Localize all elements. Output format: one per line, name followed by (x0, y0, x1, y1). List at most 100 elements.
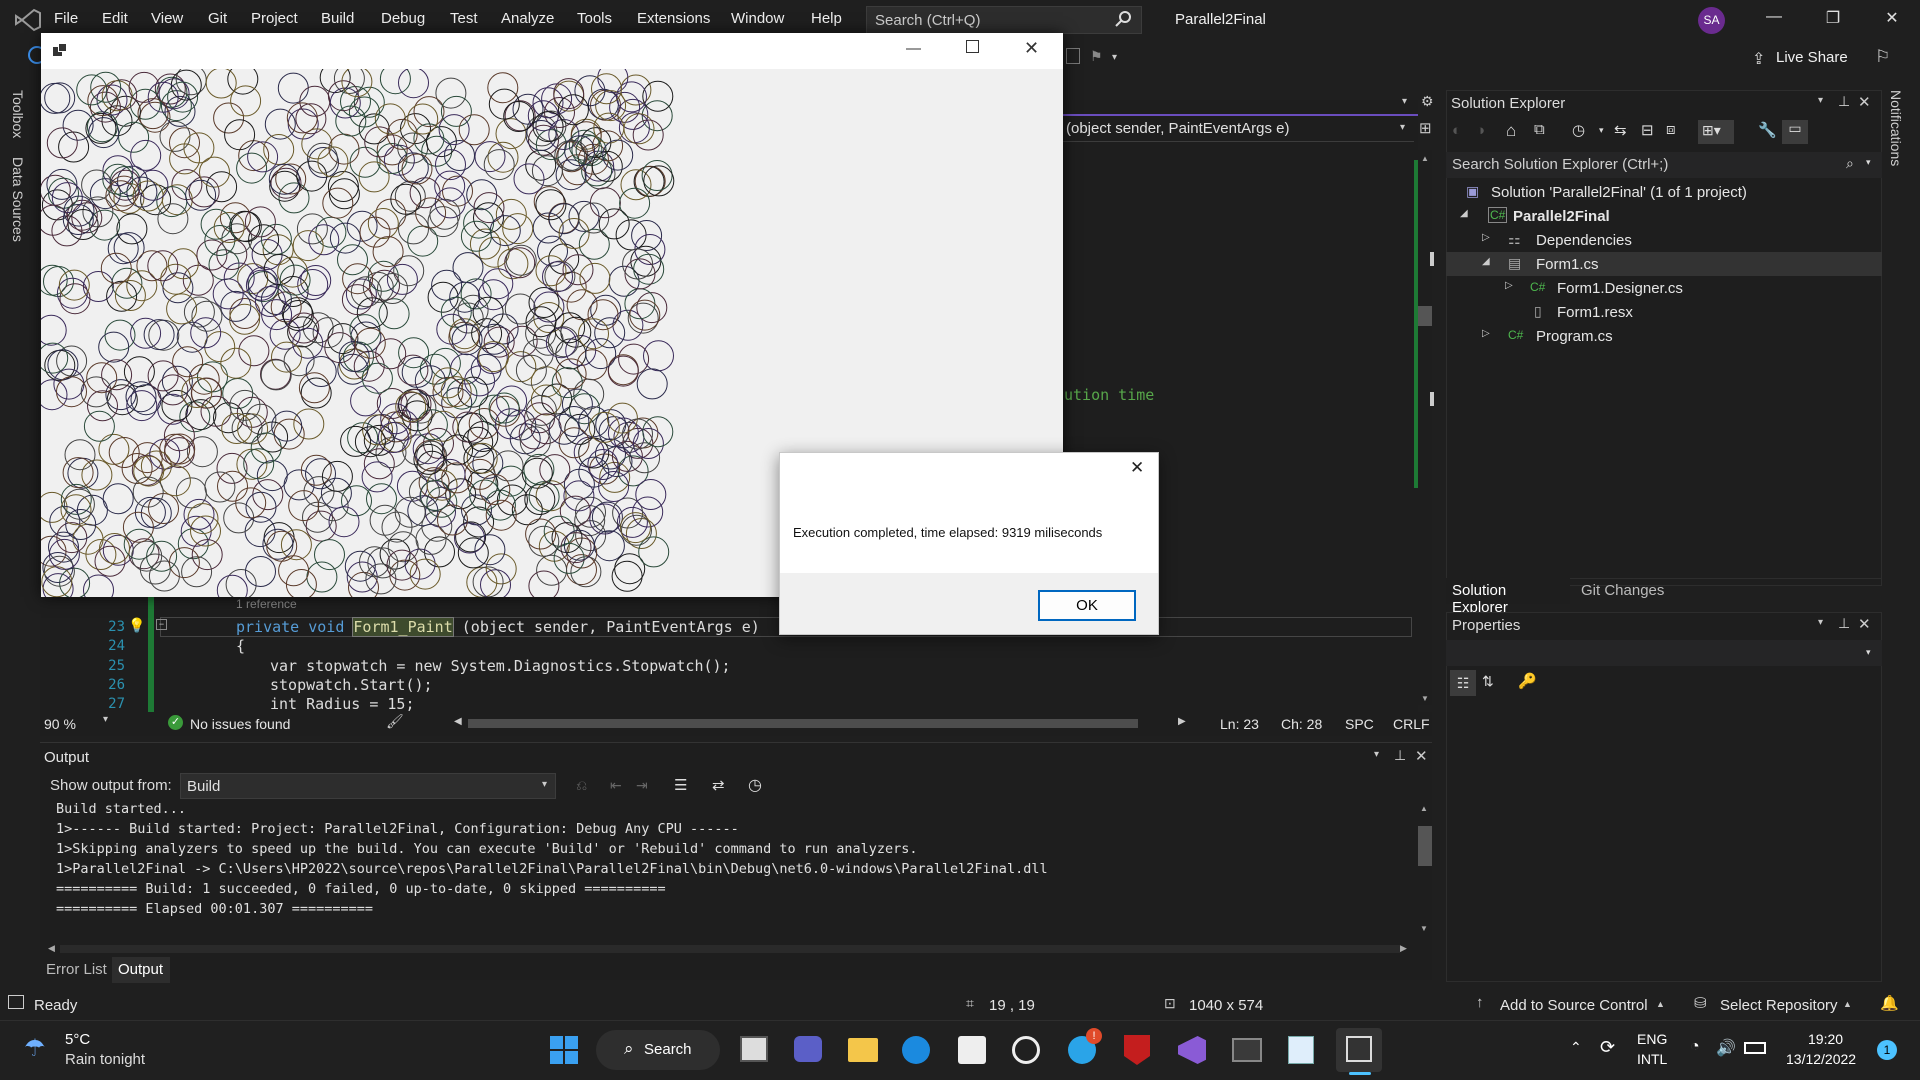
search-icon[interactable]: ⌕ (1846, 155, 1854, 172)
avatar[interactable]: SA (1698, 7, 1725, 34)
alphabetical-icon[interactable]: ⇅ (1482, 673, 1494, 690)
tree-program[interactable]: Program.cs (1536, 328, 1613, 345)
repository-icon[interactable]: ⛁ (1694, 994, 1707, 1012)
menu-window[interactable]: Window (731, 10, 784, 27)
expanded-icon[interactable]: ◢ (1460, 208, 1468, 219)
store-icon[interactable] (958, 1036, 986, 1064)
chevron-up-icon[interactable]: ▲ (1656, 999, 1665, 1009)
close-icon[interactable]: ✕ (1872, 8, 1912, 32)
forward-icon[interactable]: ◑ (1476, 122, 1485, 139)
whitespace-indicator[interactable]: SPC (1345, 716, 1374, 732)
dialog-close-icon[interactable]: ✕ (1130, 458, 1144, 478)
live-share-icon[interactable]: ⇪ (1752, 49, 1765, 69)
editor-scrollbar[interactable]: ▲ ▼ (1418, 150, 1432, 705)
output-scrollbar[interactable]: ▲ ▼ (1418, 804, 1432, 938)
search-input[interactable]: Search (Ctrl+Q) (866, 6, 1142, 34)
menu-analyze[interactable]: Analyze (501, 10, 554, 27)
tab-solution-explorer[interactable]: Solution Explorer (1446, 578, 1570, 616)
bookmark-icon[interactable] (1066, 48, 1080, 64)
menu-project[interactable]: Project (251, 10, 298, 27)
rain-weather-icon[interactable]: ☂ (24, 1034, 46, 1063)
word-wrap-icon[interactable]: ⇄ (712, 776, 725, 794)
tree-solution[interactable]: Solution 'Parallel2Final' (1 of 1 projec… (1491, 184, 1747, 201)
gear-icon[interactable]: ⚙ (1421, 93, 1434, 110)
collapse-icon[interactable]: − (156, 619, 167, 630)
panel-menu-icon[interactable]: ▾ (1818, 617, 1823, 628)
back-icon[interactable]: ◐ (1452, 122, 1461, 139)
search-icon[interactable]: ⌕ (624, 1039, 634, 1059)
menu-edit[interactable]: Edit (102, 10, 128, 27)
notifications-tab[interactable]: Notifications (1888, 90, 1904, 166)
volume-icon[interactable]: 🔊 (1716, 1038, 1736, 1058)
zoom-dropdown-icon[interactable]: ▾ (103, 714, 108, 725)
history-icon[interactable]: ◷ (1572, 121, 1585, 139)
close-panel-icon[interactable]: ✕ (1415, 747, 1428, 765)
collapsed-icon[interactable]: ▷ (1505, 280, 1513, 291)
notepad-icon[interactable] (1288, 1036, 1314, 1064)
chevron-up-icon[interactable]: ▲ (1843, 999, 1852, 1009)
scroll-left-icon[interactable]: ◀ (454, 716, 462, 727)
arrow-up-icon[interactable]: ↑ (1476, 994, 1484, 1011)
properties-object-select[interactable] (1446, 640, 1882, 666)
menu-file[interactable]: File (54, 10, 78, 27)
horizontal-scrollbar[interactable] (468, 719, 1138, 728)
filter-icon[interactable]: ⊞▾ (1698, 120, 1734, 144)
scroll-right-icon[interactable]: ▶ (1178, 716, 1186, 727)
clock-date[interactable]: 13/12/2022 (1786, 1051, 1856, 1067)
tree-project[interactable]: Parallel2Final (1513, 208, 1610, 225)
output-source-select[interactable]: Build (180, 773, 556, 799)
wifi-icon[interactable]: ◔ (1690, 1038, 1700, 1056)
chevron-down-icon[interactable]: ▾ (1400, 122, 1405, 133)
home-icon[interactable]: ⌂ (1506, 121, 1516, 141)
sync-status-icon[interactable]: ⟳ (1600, 1037, 1615, 1058)
windows-start-icon[interactable] (550, 1036, 578, 1064)
select-repository[interactable]: Select Repository (1720, 997, 1838, 1014)
form-maximize-icon[interactable] (966, 40, 979, 53)
minimize-icon[interactable]: — (1754, 8, 1794, 32)
tab-git-changes[interactable]: Git Changes (1581, 582, 1664, 599)
close-panel-icon[interactable]: ✕ (1858, 93, 1871, 111)
show-all-files-icon[interactable]: ⧈ (1666, 121, 1676, 138)
form-minimize-icon[interactable]: — (906, 40, 921, 57)
tree-form1-designer[interactable]: Form1.Designer.cs (1557, 280, 1683, 297)
pin-icon[interactable]: ⊥ (1838, 615, 1850, 632)
bookmark-next-icon[interactable]: ⚑ (1090, 48, 1103, 65)
data-sources-tab[interactable]: Data Sources (10, 157, 26, 242)
menu-debug[interactable]: Debug (381, 10, 425, 27)
split-editor-icon[interactable]: ⊞ (1419, 119, 1432, 137)
find-message-icon[interactable]: ⎌ (576, 777, 587, 794)
codelens-references[interactable]: 1 reference (236, 597, 297, 611)
restore-icon[interactable]: ❐ (1813, 8, 1853, 32)
solution-search-input[interactable]: Search Solution Explorer (Ctrl+;) (1446, 152, 1882, 178)
collapsed-icon[interactable]: ▷ (1482, 232, 1490, 243)
menu-build[interactable]: Build (321, 10, 354, 27)
sync-icon[interactable]: ⇆ (1614, 121, 1627, 139)
chevron-down-icon[interactable]: ▾ (1866, 157, 1871, 168)
notification-count[interactable]: 1 (1877, 1040, 1897, 1060)
tree-form1-resx[interactable]: Form1.resx (1557, 304, 1633, 321)
weather-temperature[interactable]: 5°C (65, 1031, 90, 1048)
cleanup-icon[interactable]: 🖌 (386, 713, 404, 730)
next-message-icon[interactable]: ⇥ (636, 777, 648, 794)
tab-output[interactable]: Output (112, 957, 170, 983)
ok-button[interactable]: OK (1038, 590, 1136, 621)
weather-description[interactable]: Rain tonight (65, 1051, 145, 1068)
visual-studio-logo-icon[interactable] (14, 8, 42, 32)
form-close-icon[interactable]: ✕ (1024, 38, 1039, 59)
collapse-all-icon[interactable]: ⊟ (1641, 121, 1654, 139)
expanded-icon[interactable]: ◢ (1482, 256, 1490, 267)
properties-icon[interactable]: 🔧 (1758, 121, 1777, 139)
collapsed-icon[interactable]: ▷ (1482, 328, 1490, 339)
chevron-down-icon[interactable]: ▾ (542, 779, 547, 790)
pin-icon[interactable]: ⊥ (1394, 747, 1406, 764)
close-panel-icon[interactable]: ✕ (1858, 615, 1871, 633)
keyboard-layout[interactable]: INTL (1637, 1051, 1667, 1067)
teams-icon[interactable] (794, 1036, 822, 1062)
tab-error-list[interactable]: Error List (46, 961, 107, 978)
pin-icon[interactable]: ⊥ (1838, 93, 1850, 110)
panel-menu-icon[interactable]: ▾ (1374, 749, 1379, 760)
issues-status[interactable]: No issues found (190, 716, 290, 732)
toolbar-overflow-icon[interactable]: ▾ (1112, 52, 1117, 63)
line-ending-indicator[interactable]: CRLF (1393, 716, 1430, 732)
live-share-button[interactable]: Live Share (1776, 49, 1848, 66)
